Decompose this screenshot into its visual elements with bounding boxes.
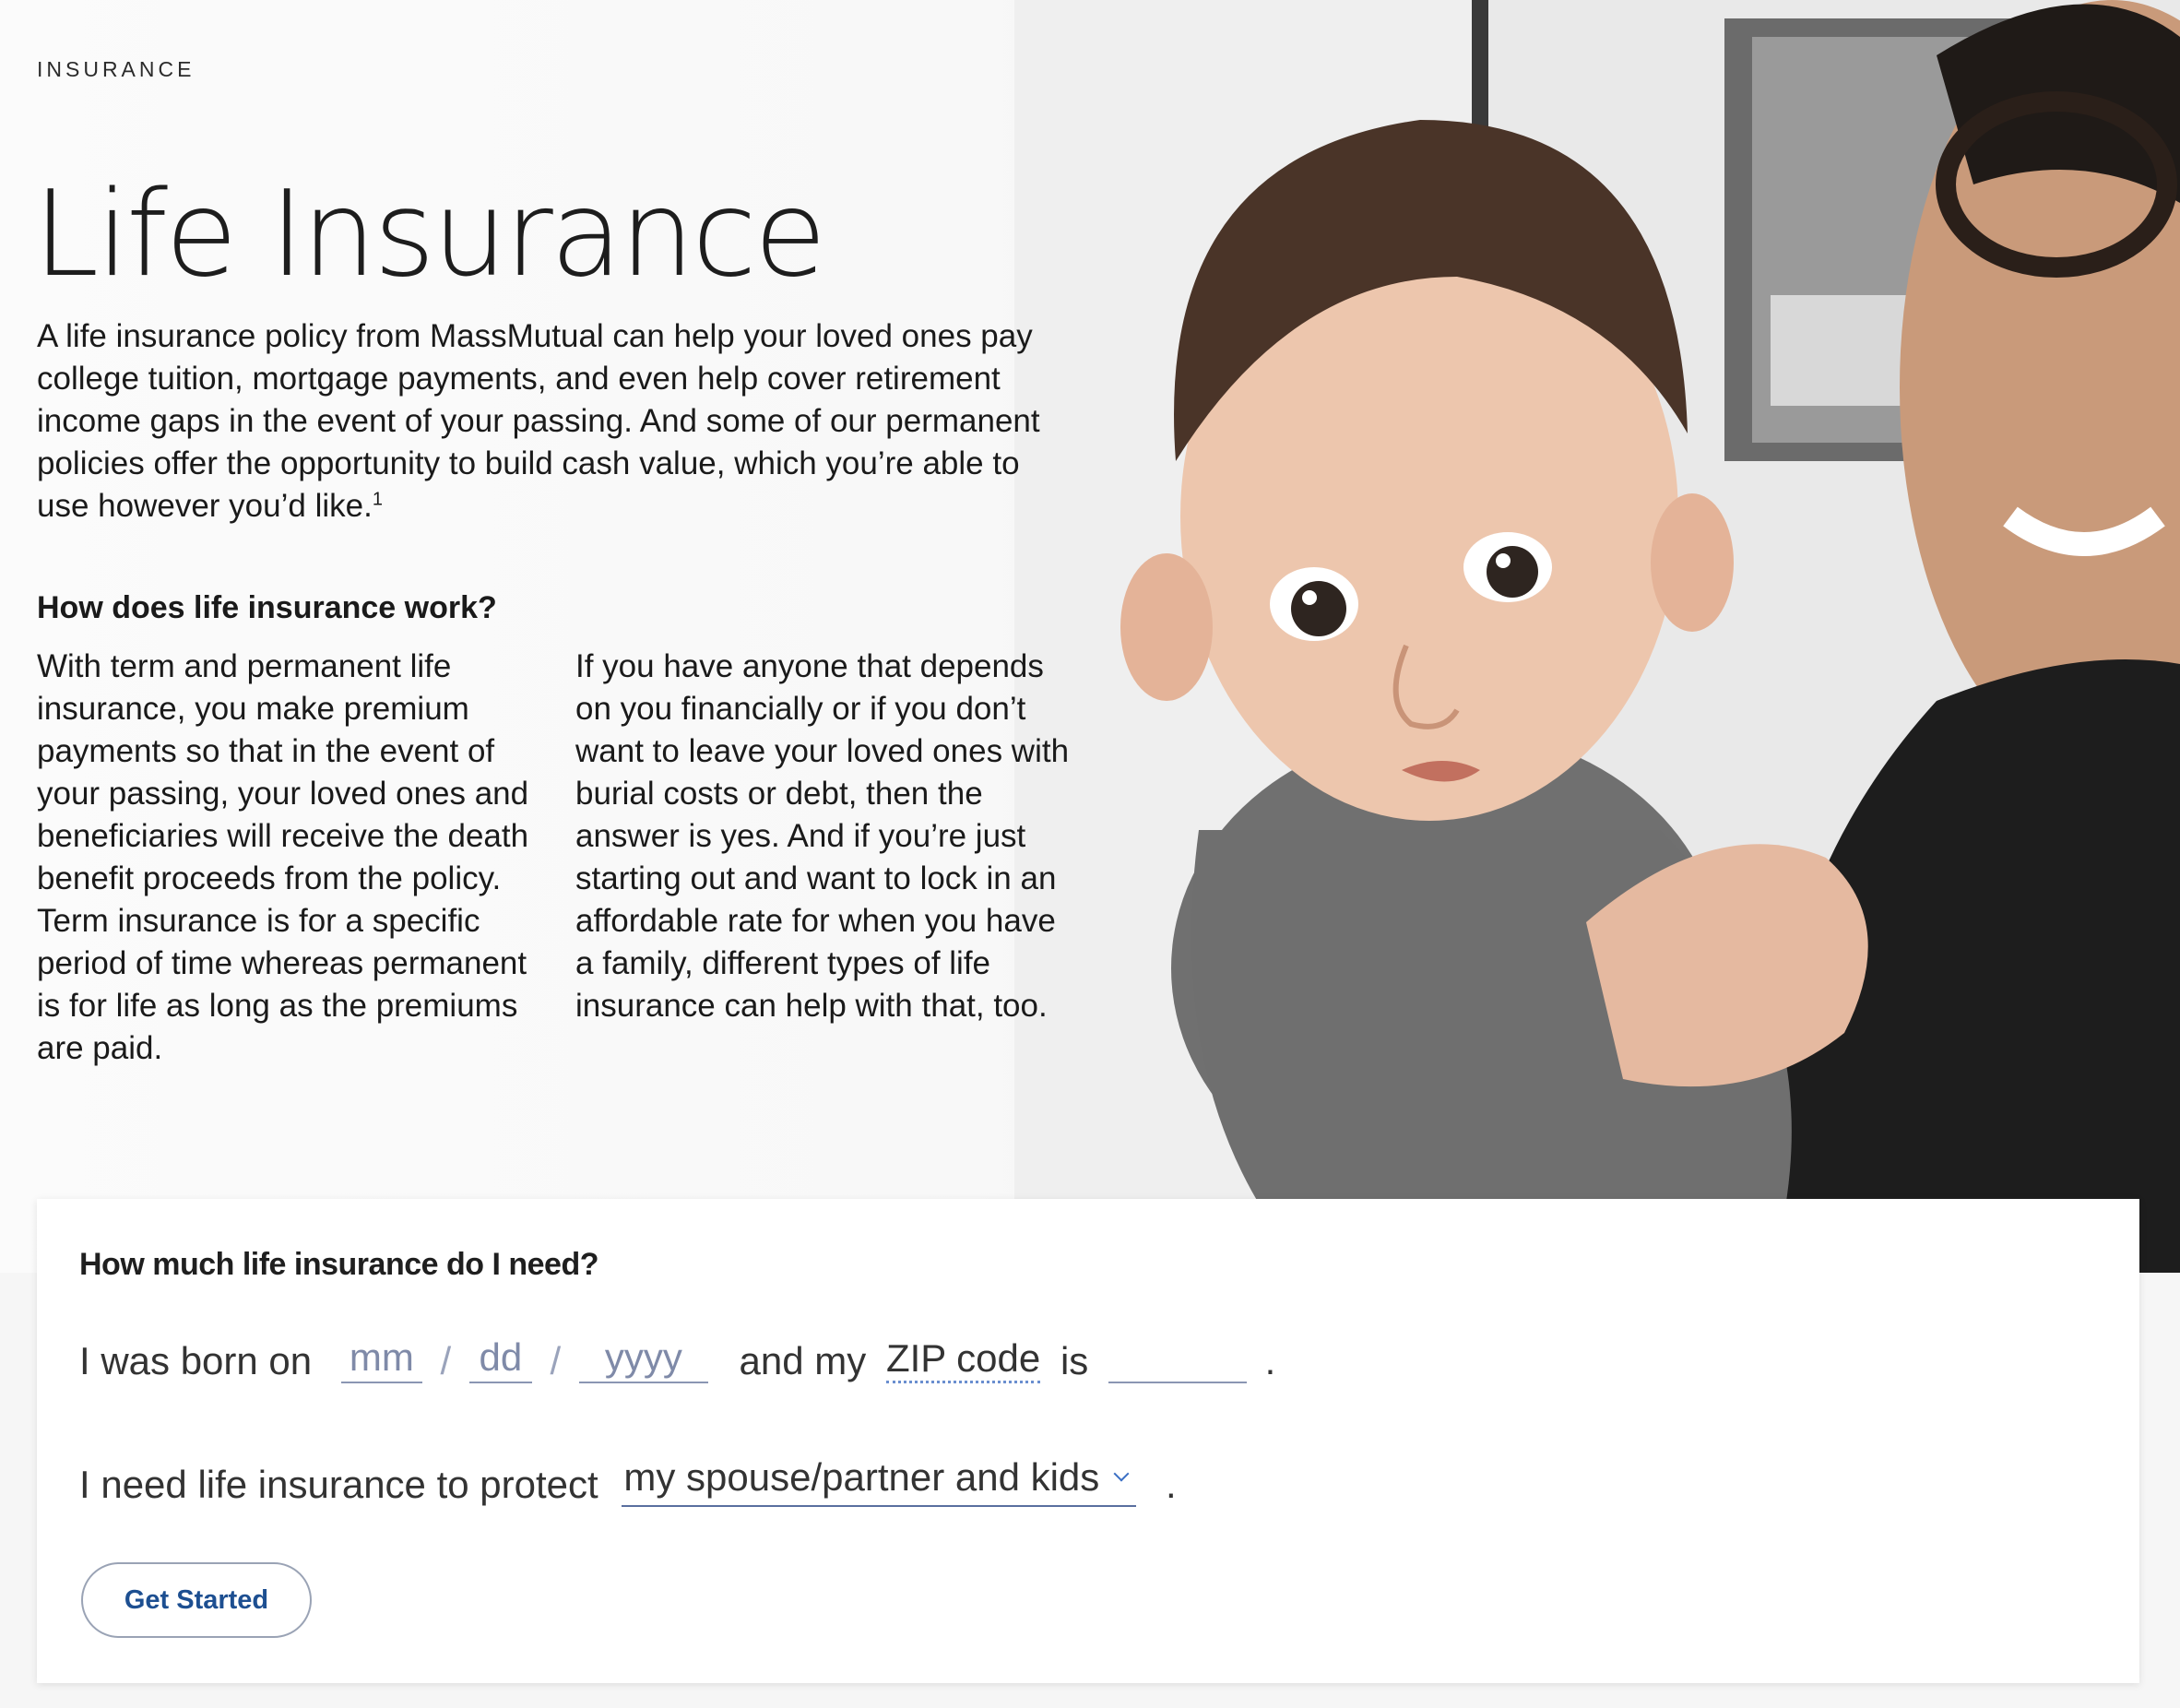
- footnote-link[interactable]: 1: [373, 489, 383, 509]
- zip-label-prefix: and my: [739, 1339, 867, 1382]
- sentence-period: .: [1264, 1339, 1276, 1382]
- eyebrow-label: INSURANCE: [37, 57, 195, 81]
- chevron-down-icon: [1113, 1465, 1130, 1482]
- explainer-left-column: With term and permanent life insurance, …: [37, 648, 529, 1066]
- get-started-button[interactable]: Get Started: [81, 1562, 312, 1638]
- protect-label: I need life insurance to protect: [79, 1463, 598, 1506]
- birth-day-input[interactable]: dd: [468, 1335, 532, 1383]
- father-and-baby-image: [1014, 0, 2180, 1273]
- zip-label-suffix: is: [1060, 1339, 1089, 1382]
- section-heading: How does life insurance work?: [37, 590, 497, 625]
- intro-paragraph: A life insurance policy from MassMutual …: [37, 315, 1070, 528]
- intro-text: A life insurance policy from MassMutual …: [37, 318, 1040, 524]
- page: INSURANCE Life Insurance A life insuranc…: [0, 0, 2180, 1708]
- date-separator: /: [440, 1339, 452, 1382]
- zip-code-input[interactable]: [1108, 1335, 1247, 1383]
- calculator-title: How much life insurance do I need?: [79, 1247, 598, 1282]
- date-separator: /: [550, 1339, 562, 1382]
- needs-calculator-card: How much life insurance do I need? I was…: [37, 1199, 2139, 1683]
- protect-selected-value: my spouse/partner and kids: [623, 1455, 1100, 1499]
- explainer-right-column: If you have anyone that depends on you f…: [575, 648, 1070, 1024]
- birthdate-zip-row: I was born on mm / dd / yyyy and my ZIP …: [79, 1335, 1275, 1383]
- page-title: Life Insurance: [33, 166, 826, 303]
- hero-photo: [1014, 0, 2180, 1273]
- protect-row: I need life insurance to protect my spou…: [79, 1455, 1177, 1507]
- sentence-period: .: [1165, 1463, 1177, 1506]
- born-label: I was born on: [79, 1339, 313, 1382]
- protect-dropdown[interactable]: my spouse/partner and kids: [622, 1455, 1137, 1507]
- zip-code-tooltip-term[interactable]: ZIP code: [885, 1336, 1041, 1383]
- hero-section: INSURANCE Life Insurance A life insuranc…: [0, 0, 2180, 1273]
- birth-year-input[interactable]: yyyy: [578, 1335, 708, 1383]
- birth-month-input[interactable]: mm: [340, 1335, 422, 1383]
